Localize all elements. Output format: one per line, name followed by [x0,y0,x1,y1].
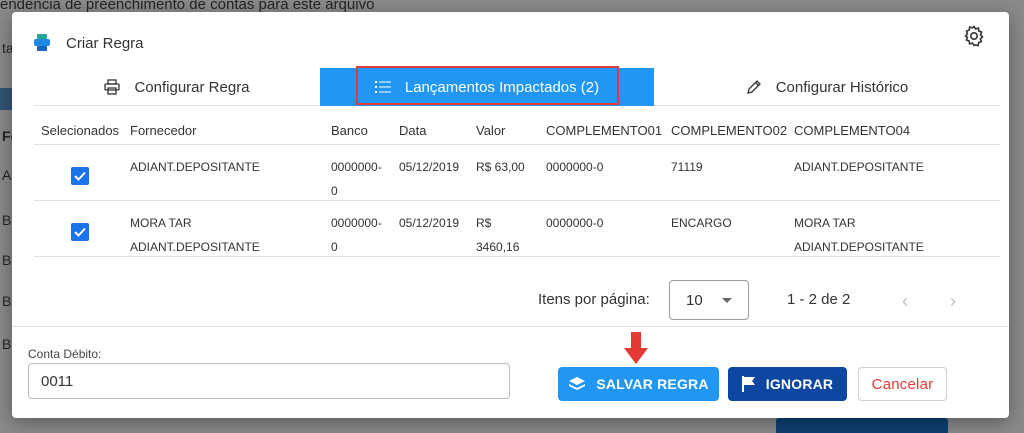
tab-label: Configurar Histórico [775,78,909,96]
tab-lancamentos-impactados[interactable]: Lançamentos Impactados (2) [320,66,654,106]
gear-icon[interactable] [961,23,987,49]
cell-data: 05/12/2019 [399,160,460,174]
cell-complemento04: ADIANT.DEPOSITANTE [794,160,924,174]
cell-banco-line2: 0 [331,240,338,254]
table-row[interactable]: ADIANT.DEPOSITANTE 0000000- 0 05/12/2019… [34,145,1000,201]
highlight-box [356,66,619,105]
paginator: Itens por página: 10 1 - 2 de 2 ‹ › [12,280,1009,320]
tab-configurar-historico[interactable]: Configurar Histórico [654,68,1000,106]
tab-bar: Configurar Regra Lançamentos Impactados … [34,66,1000,106]
footer-divider [12,326,1009,327]
column-header[interactable]: COMPLEMENTO02 [671,123,787,138]
printer-stack-icon [34,34,50,52]
cell-banco: 0000000- [331,216,382,230]
save-rule-label: SALVAR REGRA [596,376,709,392]
column-header[interactable]: Fornecedor [130,123,196,138]
page-size-value: 10 [686,292,703,309]
cell-valor: R$ [476,216,492,230]
pencil-icon [746,79,762,95]
column-header[interactable]: COMPLEMENTO01 [546,123,662,138]
cell-banco: 0000000- [331,160,382,174]
table-row[interactable]: MORA TAR ADIANT.DEPOSITANTE 0000000- 0 0… [34,201,1000,257]
column-header[interactable]: COMPLEMENTO04 [794,123,910,138]
cell-complemento02: ENCARGO [671,216,732,230]
ignore-button[interactable]: IGNORAR [728,367,847,401]
ignore-label: IGNORAR [765,376,834,392]
chevron-left-icon[interactable]: ‹ [902,291,908,312]
page-size-label: Itens por página: [538,291,650,308]
page-size-select[interactable]: 10 [669,280,749,320]
cell-fornecedor: ADIANT.DEPOSITANTE [130,160,260,174]
dialog-title: Criar Regra [34,34,144,52]
row-checkbox[interactable] [71,223,89,241]
cell-complemento04: MORA TAR [794,216,856,230]
cell-valor-line2: 3460,16 [476,240,520,254]
column-header[interactable]: Data [399,123,426,138]
tab-label: Configurar Regra [134,78,250,96]
cell-data: 05/12/2019 [399,216,460,230]
cell-complemento04-line2: ADIANT.DEPOSITANTE [794,240,924,254]
conta-debito-label: Conta Débito: [28,347,102,361]
column-header[interactable]: Selecionados [41,123,119,138]
layers-icon [568,376,586,392]
cell-complemento01: 0000000-0 [546,160,604,174]
cell-fornecedor: MORA TAR [130,216,192,230]
arrow-down-icon [624,332,648,366]
dialog-title-text: Criar Regra [66,34,144,52]
row-checkbox[interactable] [71,167,89,185]
conta-debito-input[interactable] [28,363,510,399]
caret-down-icon [722,298,732,303]
cancel-label: Cancelar [871,375,934,393]
cancel-button[interactable]: Cancelar [858,367,947,401]
chevron-right-icon[interactable]: › [950,291,956,312]
page-range: 1 - 2 de 2 [787,291,851,308]
flag-icon [741,376,756,392]
cell-valor: R$ 63,00 [476,160,525,174]
impacted-entries-table: Selecionados Fornecedor Banco Data Valor… [34,115,1000,257]
cell-complemento02: 71119 [671,160,703,174]
column-header[interactable]: Banco [331,123,368,138]
cell-complemento01: 0000000-0 [546,216,604,230]
create-rule-dialog: Criar Regra Configurar Regra Lançamentos… [12,12,1009,418]
save-rule-button[interactable]: SALVAR REGRA [558,367,719,401]
printer-icon [104,79,121,95]
tab-configurar-regra[interactable]: Configurar Regra [34,68,320,106]
column-header[interactable]: Valor [476,123,505,138]
cell-fornecedor-line2: ADIANT.DEPOSITANTE [130,240,260,254]
cell-banco-line2: 0 [331,184,338,198]
table-header: Selecionados Fornecedor Banco Data Valor… [34,115,1000,145]
